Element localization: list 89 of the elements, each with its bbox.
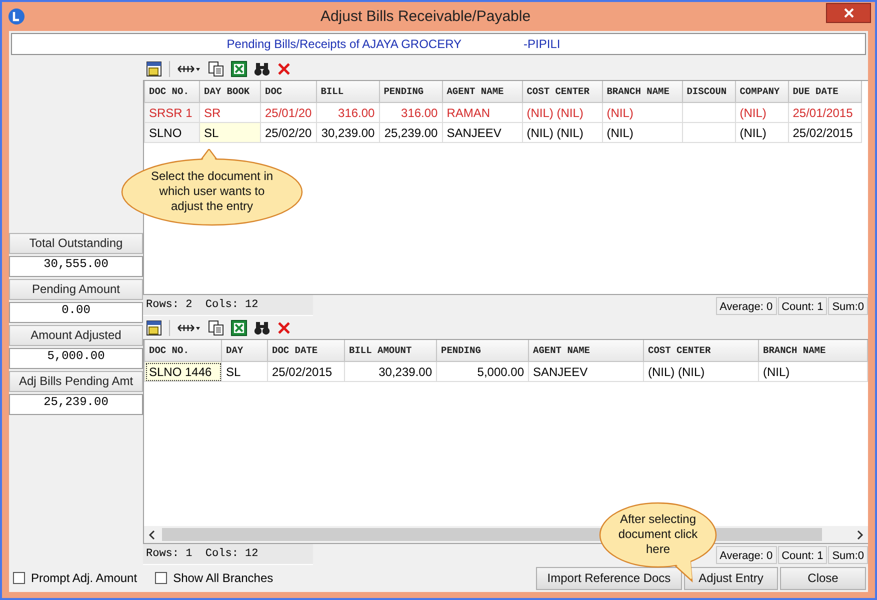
scroll-right-icon[interactable]	[856, 530, 864, 540]
table-cell[interactable]: 25/02/2015	[268, 362, 344, 382]
column-header[interactable]: DOC	[260, 81, 316, 102]
average-readout: Average: 0	[716, 546, 777, 564]
header-title: Pending Bills/Receipts of AJAYA GROCERY	[226, 37, 462, 51]
sum-readout: Sum:0	[828, 546, 868, 564]
column-header[interactable]: DOC NO.	[144, 81, 200, 102]
header-location: -PIPILI	[524, 37, 560, 51]
table-cell[interactable]: 25,239.00	[379, 122, 442, 142]
table-cell[interactable]: (NIL)	[735, 122, 788, 142]
checkbox-option[interactable]: Show All Branches	[155, 571, 274, 585]
window-icon[interactable]	[146, 60, 162, 76]
summary-value: 0.00	[9, 302, 143, 323]
column-width-icon[interactable]	[177, 62, 201, 74]
callout-text: After selecting document click here	[617, 512, 699, 557]
table-cell[interactable]: (NIL) (NIL)	[522, 122, 602, 142]
summary-label: Amount Adjusted	[9, 325, 143, 346]
table-cell[interactable]: SANJEEV	[442, 122, 522, 142]
column-header[interactable]: COST CENTER	[522, 81, 602, 102]
window-icon[interactable]	[146, 320, 162, 336]
column-header[interactable]: DAY	[222, 340, 268, 362]
row-column-count: Rows: 1 Cols: 12	[143, 544, 313, 565]
column-header[interactable]: BILL AMOUNT	[344, 340, 436, 362]
table-cell[interactable]: SANJEEV	[528, 362, 644, 382]
table-cell[interactable]: (NIL)	[735, 102, 788, 122]
table-cell[interactable]: 316.00	[316, 102, 380, 122]
table-cell[interactable]: SLNO	[144, 122, 200, 142]
row-column-count: Rows: 2 Cols: 12	[143, 295, 313, 316]
column-header[interactable]: BRANCH NAME	[758, 340, 868, 362]
table-cell[interactable]: SRSR 1	[144, 102, 200, 122]
average-readout: Average: 0	[716, 297, 777, 315]
callout-text: Select the document in which user wants to adjust the entry	[150, 169, 274, 214]
column-header[interactable]: DAY BOOK	[200, 81, 260, 102]
table-cell[interactable]: 30,239.00	[316, 122, 380, 142]
copy-icon[interactable]	[208, 320, 224, 336]
cross-icon[interactable]	[277, 320, 291, 334]
binoculars-icon[interactable]	[254, 320, 270, 336]
spreadsheet-icon[interactable]	[231, 320, 247, 336]
binoculars-icon[interactable]	[254, 60, 270, 76]
column-header[interactable]: COST CENTER	[644, 340, 758, 362]
column-header[interactable]: DUE DATE	[788, 81, 862, 102]
column-header[interactable]: BRANCH NAME	[602, 81, 682, 102]
summary-value: 25,239.00	[9, 394, 143, 415]
copy-icon[interactable]	[208, 60, 224, 76]
table-cell[interactable]: SLNO 1446	[144, 362, 222, 382]
column-header[interactable]: PENDING	[436, 340, 528, 362]
column-header[interactable]: PENDING	[379, 81, 442, 102]
count-readout: Count: 1	[778, 297, 828, 315]
sum-readout: Sum:0	[828, 297, 868, 315]
column-header[interactable]: BILL	[316, 81, 380, 102]
summary-label: Total Outstanding	[9, 233, 143, 254]
action-button[interactable]: Adjust Entry	[684, 566, 778, 590]
table-cell[interactable]: (NIL)	[758, 362, 868, 382]
table-cell[interactable]: (NIL)	[602, 102, 682, 122]
summary-label: Adj Bills Pending Amt	[9, 371, 143, 392]
column-header[interactable]: AGENT NAME	[442, 81, 522, 102]
table-cell[interactable]: 25/01/2015	[788, 102, 862, 122]
column-header[interactable]: AGENT NAME	[528, 340, 644, 362]
summary-label: Pending Amount	[9, 279, 143, 300]
table-cell[interactable]: (NIL)	[602, 122, 682, 142]
table-cell[interactable]: SL	[222, 362, 268, 382]
action-button[interactable]: Close	[780, 566, 866, 590]
summary-value: 30,555.00	[9, 256, 143, 277]
table-cell[interactable]: SL	[200, 122, 260, 142]
table-cell[interactable]: 5,000.00	[436, 362, 528, 382]
table-cell[interactable]: (NIL) (NIL)	[522, 102, 602, 122]
table-cell[interactable]: RAMAN	[442, 102, 522, 122]
checkbox-option[interactable]: Prompt Adj. Amount	[13, 571, 138, 585]
table-cell[interactable]: 30,239.00	[344, 362, 436, 382]
summary-value: 5,000.00	[9, 348, 143, 369]
table-cell[interactable]: 25/01/20	[260, 102, 316, 122]
column-header[interactable]: DOC NO.	[144, 340, 222, 362]
window-title: Adjust Bills Receivable/Payable	[319, 8, 532, 25]
action-button[interactable]: Import Reference Docs	[536, 566, 682, 590]
spreadsheet-icon[interactable]	[231, 60, 247, 76]
table-cell[interactable]: 316.00	[379, 102, 442, 122]
app-icon	[8, 8, 25, 25]
cross-icon[interactable]	[277, 62, 291, 76]
table-cell[interactable]: (NIL) (NIL)	[644, 362, 758, 382]
column-width-icon[interactable]	[177, 322, 201, 334]
close-icon[interactable]	[844, 8, 854, 18]
table-cell[interactable]: 25/02/2015	[788, 122, 862, 142]
table-cell[interactable]: 25/02/20	[260, 122, 316, 142]
count-readout: Count: 1	[778, 546, 828, 564]
close-button[interactable]	[826, 2, 871, 22]
column-header[interactable]: DOC DATE	[268, 340, 344, 362]
column-header[interactable]: DISCOUN	[682, 81, 736, 102]
column-header[interactable]: COMPANY	[735, 81, 788, 102]
scroll-left-icon[interactable]	[148, 530, 156, 540]
